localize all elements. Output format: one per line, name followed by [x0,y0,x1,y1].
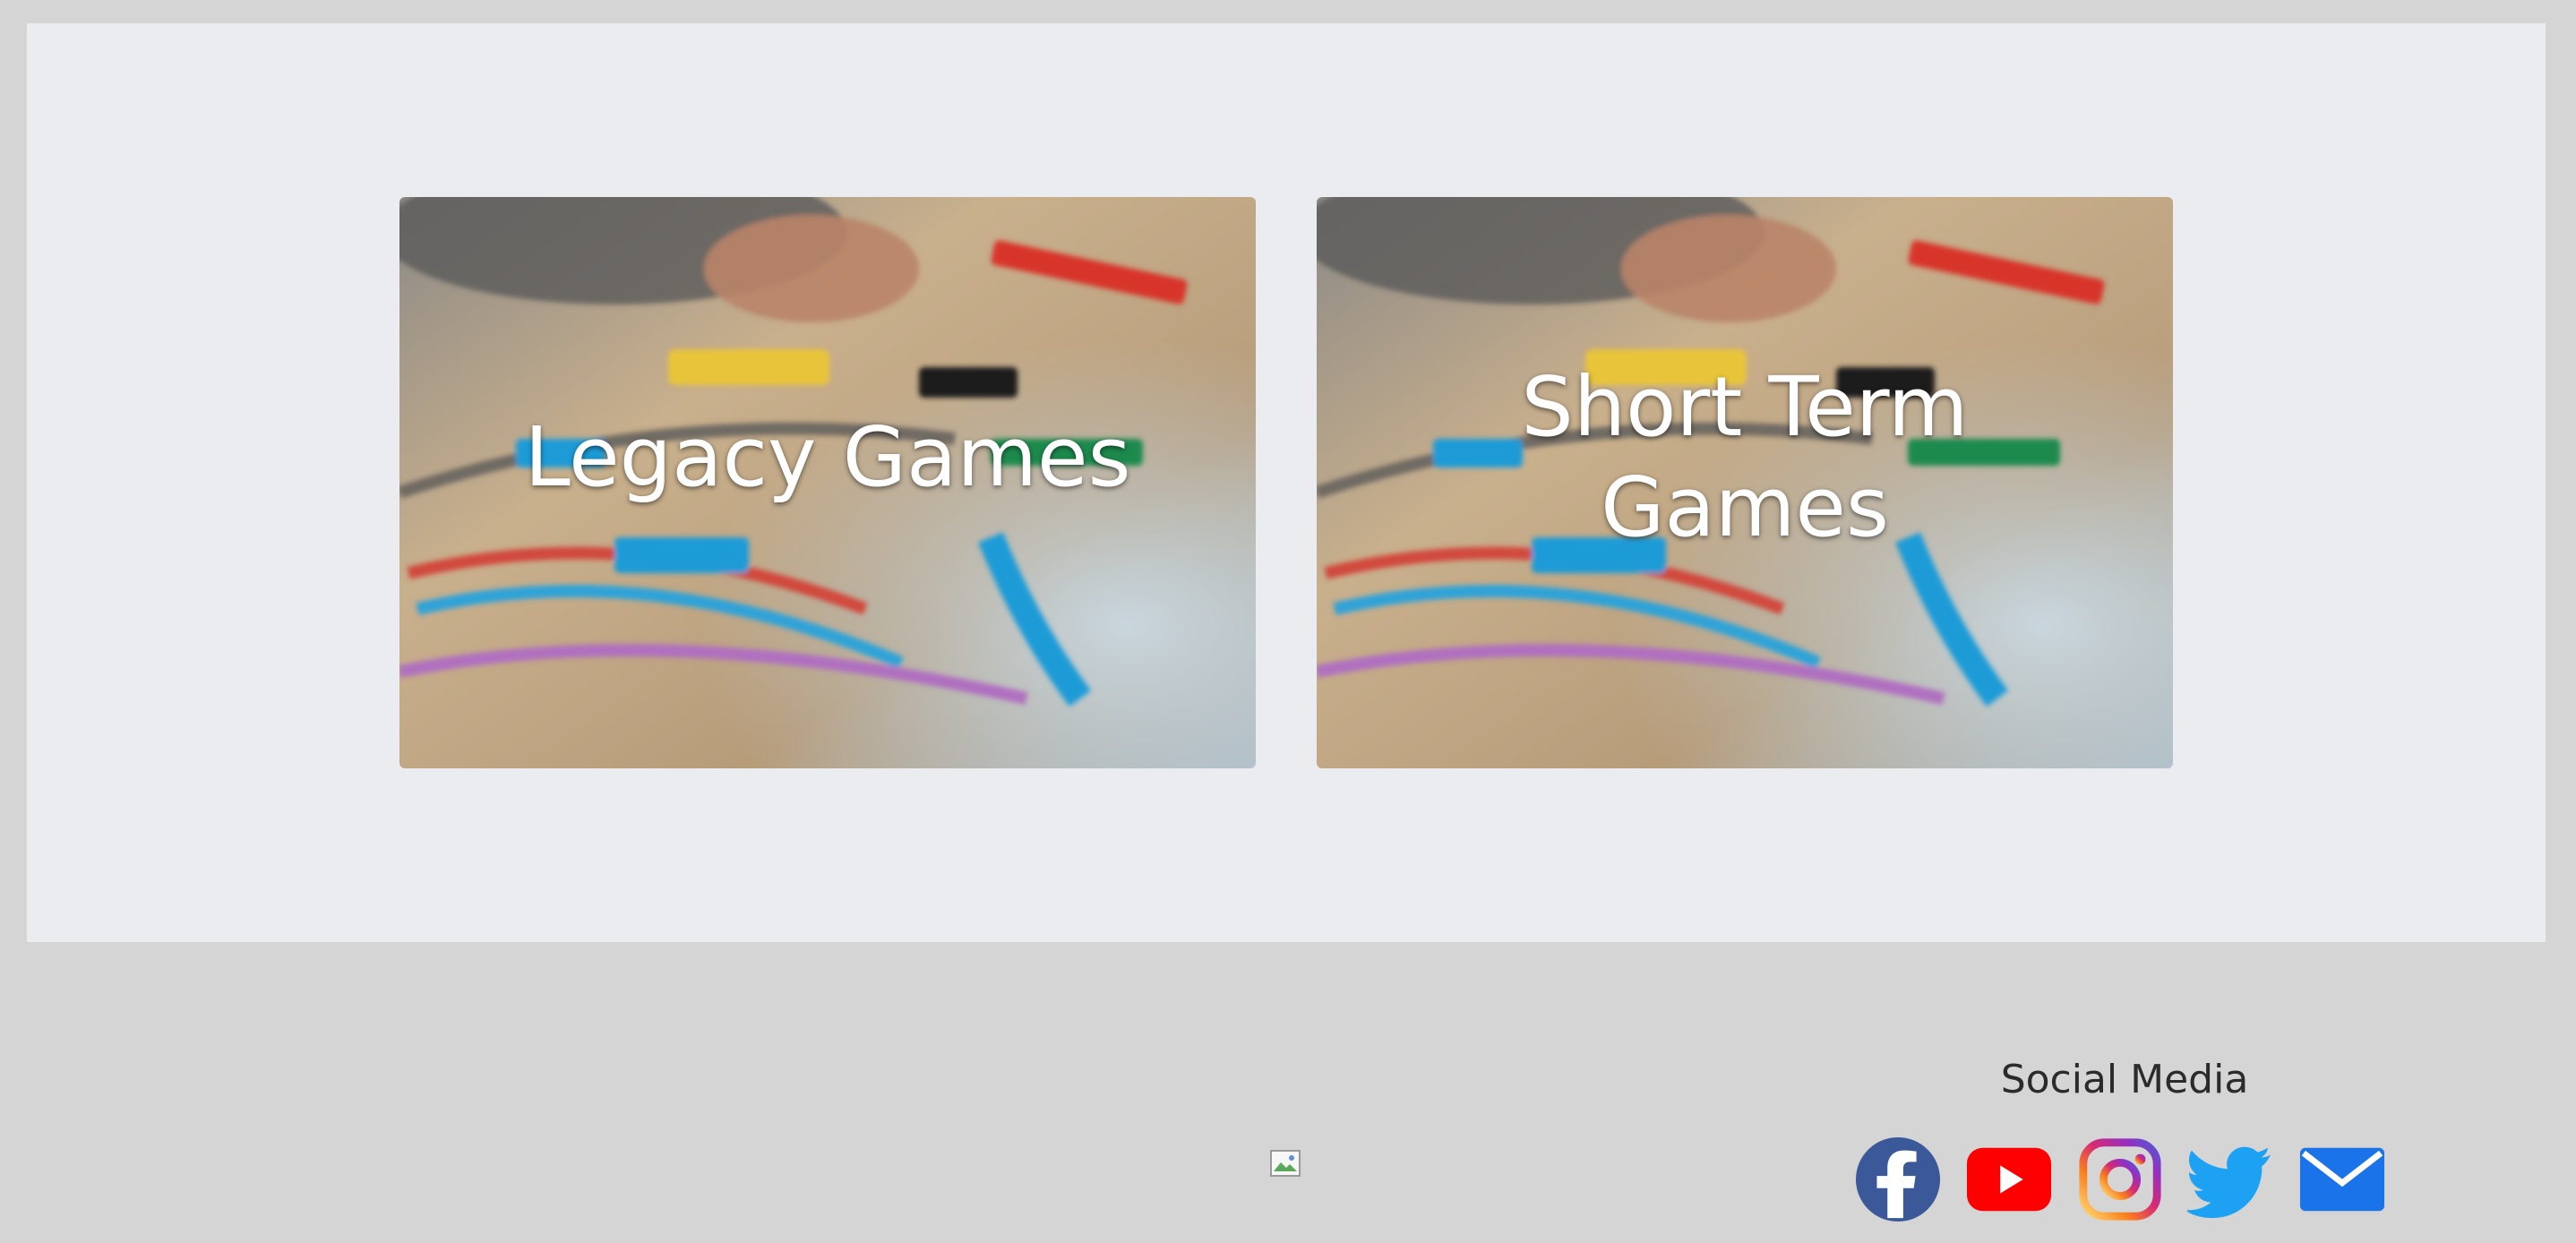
social-media-links [1854,1136,2386,1223]
footer: Social Media [0,942,2576,1243]
page: Legacy Games Short Term Games Social Med… [0,0,2576,1243]
game-categories-panel: Legacy Games Short Term Games [27,23,2546,942]
facebook-icon[interactable] [1854,1136,1942,1223]
legacy-games-card[interactable]: Legacy Games [399,197,1256,768]
twitter-icon[interactable] [2187,1136,2275,1223]
instagram-icon[interactable] [2076,1136,2164,1223]
youtube-icon[interactable] [1965,1136,2053,1223]
email-icon[interactable] [2298,1136,2386,1223]
card-title: Legacy Games [524,409,1131,505]
short-term-games-card[interactable]: Short Term Games [1317,197,2173,768]
broken-image-icon [1270,1150,1301,1177]
social-media-heading: Social Media [2000,1057,2249,1102]
card-title: Short Term Games [1521,359,1969,555]
